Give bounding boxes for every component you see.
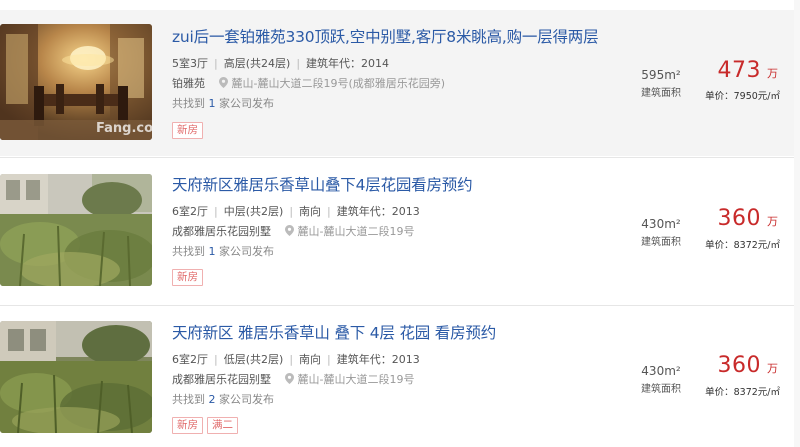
price-unit: 万 [767,362,778,375]
listing-title-link[interactable]: zui后一套铂雅苑330顶跃,空中别墅,客厅8米眺高,购一层得两层 [172,25,599,47]
listing-photo[interactable] [0,321,152,433]
tag-new-house: 新房 [172,122,203,139]
agency-count[interactable]: 共找到 1 家公司发布 [172,95,274,111]
agency-number: 2 [208,393,216,406]
agency-number: 1 [208,245,216,258]
orientation-text: 南向 [299,353,322,366]
area-label: 建筑面积 [641,237,681,248]
address-text: 麓山-麓山大道二段19号 [297,373,415,386]
map-pin-icon [218,77,228,88]
agency-suffix: 家公司发布 [219,245,274,258]
area-label: 建筑面积 [641,384,681,395]
total-price: 360 [717,353,761,378]
agency-count[interactable]: 共找到 1 家公司发布 [172,243,274,259]
price-block: 360 万 [718,206,779,231]
garden-photo [0,174,152,286]
tag-two-years: 满二 [207,417,238,434]
address-text: 麓山-麓山大道二段19号 [297,225,415,238]
map-pin-icon [284,373,294,384]
price-block: 360 万 [718,353,779,378]
scrollbar[interactable] [794,0,800,447]
area-value: 595 [641,68,665,82]
tag-list: 新房 [172,118,207,139]
listing-list: Fang.com zui后一套铂雅苑330顶跃,空中别墅,客厅8米眺高,购一层得… [0,0,800,447]
unit-price: 单价：7950元/㎡ [705,91,780,102]
tag-list: 新房 [172,265,207,286]
year-text: 建筑年代：2013 [336,353,420,366]
layout-text: 6室2厅 [172,353,208,366]
tag-list: 新房 满二 [172,413,242,434]
community-link[interactable]: 成都雅居乐花园别墅 [172,225,271,238]
area-label: 建筑面积 [641,88,681,99]
unit-price: 单价：8372元/㎡ [705,387,780,398]
area-block: 430m² 建筑面积 [631,364,691,395]
listing-title-link[interactable]: 天府新区 雅居乐香草山 叠下 4层 花园 看房预约 [172,321,496,343]
agency-prefix: 共找到 [172,97,205,110]
layout-text: 6室2厅 [172,205,208,218]
year-text: 建筑年代：2013 [336,205,420,218]
area-unit: m² [664,68,681,82]
price-unit: 万 [767,67,778,80]
area-unit: m² [664,217,681,231]
location-row: 铂雅苑 麓山-麓山大道二段19号(成都雅居乐花园旁) [172,75,445,91]
listing-title-link[interactable]: 天府新区雅居乐香草山叠下4层花园看房预约 [172,173,473,195]
price-block: 473 万 [718,58,779,83]
floor-text: 高层(共24层) [223,57,291,70]
area-block: 595m² 建筑面积 [631,68,691,99]
area-block: 430m² 建筑面积 [631,217,691,248]
listing-photo[interactable] [0,174,152,286]
agency-prefix: 共找到 [172,393,205,406]
community-link[interactable]: 铂雅苑 [172,77,205,90]
total-price: 473 [717,58,761,83]
address-text: 麓山-麓山大道二段19号(成都雅居乐花园旁) [231,77,446,90]
orientation-text: 南向 [299,205,322,218]
area-value: 430 [641,217,665,231]
listing-meta: 6室2厅 | 低层(共2层) | 南向 | 建筑年代：2013 [172,353,420,366]
unit-price: 单价：8372元/㎡ [705,240,780,251]
community-link[interactable]: 成都雅居乐花园别墅 [172,373,271,386]
tag-new-house: 新房 [172,417,203,434]
floor-text: 中层(共2层) [223,205,284,218]
location-row: 成都雅居乐花园别墅 麓山-麓山大道二段19号 [172,223,414,239]
agency-suffix: 家公司发布 [219,393,274,406]
agency-prefix: 共找到 [172,245,205,258]
location-row: 成都雅居乐花园别墅 麓山-麓山大道二段19号 [172,371,414,387]
total-price: 360 [717,206,761,231]
listing-photo[interactable]: Fang.com [0,24,152,140]
agency-count[interactable]: 共找到 2 家公司发布 [172,391,274,407]
watermark: Fang.com [96,121,152,136]
listing-meta: 5室3厅 | 高层(共24层) | 建筑年代：2014 [172,57,390,70]
map-pin-icon [284,225,294,236]
area-value: 430 [641,364,665,378]
price-unit: 万 [767,215,778,228]
garden-photo [0,321,152,433]
tag-new-house: 新房 [172,269,203,286]
living-room-photo: Fang.com [0,24,152,140]
agency-suffix: 家公司发布 [219,97,274,110]
year-text: 建筑年代：2014 [306,57,390,70]
layout-text: 5室3厅 [172,57,208,70]
agency-number: 1 [208,97,216,110]
listing-meta: 6室2厅 | 中层(共2层) | 南向 | 建筑年代：2013 [172,205,420,218]
floor-text: 低层(共2层) [223,353,284,366]
area-unit: m² [664,364,681,378]
